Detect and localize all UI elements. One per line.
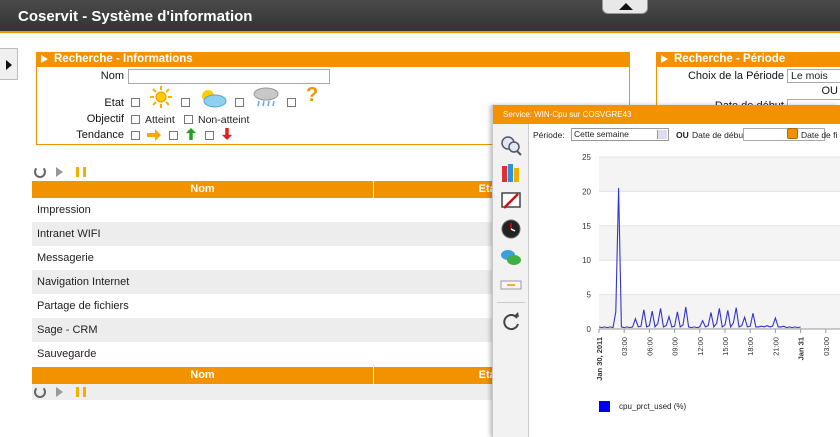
table-row[interactable]: Messagerie xyxy=(32,246,492,270)
pause-icon[interactable] xyxy=(76,167,86,177)
choix-periode-label: Choix de la Période xyxy=(687,70,784,82)
tendance-stable-checkbox[interactable] xyxy=(131,131,140,140)
nom-label: Nom xyxy=(100,70,124,82)
x-tick-label: Jan 30, 2011 xyxy=(595,337,604,381)
tendance-up-checkbox[interactable] xyxy=(169,131,178,140)
objectif-non-atteint-label: Non-atteint xyxy=(198,114,250,126)
toolbar-bg xyxy=(32,163,492,180)
tendance-label: Tendance xyxy=(76,129,124,141)
sun-icon xyxy=(150,86,172,108)
x-tick-label: 15:00 xyxy=(721,337,730,356)
table-footer-header: Nom Etat xyxy=(32,367,499,384)
period-ou-label: OU xyxy=(821,85,839,97)
pause-icon[interactable] xyxy=(76,387,86,397)
y-tick-label: 10 xyxy=(582,256,591,265)
app-window: Coservit - Système d'information Recherc… xyxy=(0,0,840,437)
table-row[interactable]: Impression xyxy=(32,198,492,222)
chevron-down-icon xyxy=(657,130,667,139)
table-row[interactable]: Sage - CRM xyxy=(32,318,492,342)
link-icon[interactable] xyxy=(499,246,523,268)
objectif-non-atteint-checkbox[interactable] xyxy=(184,115,193,124)
popup-periode-select[interactable]: Cette semaine xyxy=(571,128,669,141)
tendance-down-checkbox[interactable] xyxy=(205,131,214,140)
popup-date-debut-label: Date de début xyxy=(692,130,746,140)
arrow-right-icon xyxy=(147,129,161,141)
nom-input[interactable] xyxy=(128,69,330,84)
x-tick-label: 03:00 xyxy=(822,337,831,356)
report-icon[interactable] xyxy=(499,190,523,212)
y-tick-label: 25 xyxy=(582,153,591,162)
expand-sidebar-button[interactable] xyxy=(0,48,18,80)
search-panel-title: Recherche - Informations xyxy=(36,52,630,67)
table-row[interactable]: Sauvegarde xyxy=(32,342,492,366)
play-icon[interactable] xyxy=(56,167,63,177)
choix-periode-select[interactable]: Le mois xyxy=(787,69,840,83)
arrow-up-icon xyxy=(185,128,197,140)
magnifier-icon[interactable] xyxy=(499,134,523,156)
etat-rain-checkbox[interactable] xyxy=(235,98,244,107)
arrow-down-icon xyxy=(221,128,233,140)
popup-periode-value: Cette semaine xyxy=(574,129,629,139)
sidebar-divider xyxy=(497,302,525,303)
objectif-atteint-checkbox[interactable] xyxy=(131,115,140,124)
x-tick-label: Jan 31 xyxy=(797,337,806,360)
etat-cloud-checkbox[interactable] xyxy=(181,98,190,107)
y-tick-label: 20 xyxy=(582,187,591,196)
popup-ou-label: OU xyxy=(676,130,689,140)
play-icon[interactable] xyxy=(56,387,63,397)
refresh-icon[interactable] xyxy=(499,310,523,332)
cpu-line-chart: 0 5 10 15 20 25 Jan 30, 2011 03:00 06:00 09:00 12:… xyxy=(582,153,840,381)
legend-label: cpu_prct_used (%) xyxy=(619,402,687,411)
grid-band xyxy=(599,225,840,261)
etat-unknown-checkbox[interactable] xyxy=(287,98,296,107)
refresh-icon[interactable] xyxy=(34,386,46,398)
rain-icon xyxy=(253,87,279,107)
table-header: Nom Etat xyxy=(32,181,499,198)
popup-periode-label: Période: xyxy=(533,130,565,140)
toolbar-bg-bottom xyxy=(32,384,492,400)
clock-icon[interactable] xyxy=(499,218,523,240)
legend-swatch xyxy=(599,401,610,412)
refresh-icon[interactable] xyxy=(34,166,46,178)
y-tick-label: 15 xyxy=(582,222,591,231)
cloud-sun-icon xyxy=(202,90,227,108)
x-tick-label: 03:00 xyxy=(620,337,629,356)
period-panel-title: Recherche - Période xyxy=(656,52,840,67)
x-tick-label: 06:00 xyxy=(645,337,654,356)
popup-filter-bar: Période: Cette semaine OU Date de début … xyxy=(529,124,840,144)
etat-sun-checkbox[interactable] xyxy=(131,98,140,107)
popup-sidebar xyxy=(493,124,529,437)
book-icon[interactable] xyxy=(499,162,523,184)
app-header: Coservit - Système d'information xyxy=(0,0,840,33)
x-tick-label: 09:00 xyxy=(671,337,680,356)
help-icon: ? xyxy=(306,84,319,106)
x-tick-label: 18:00 xyxy=(746,337,755,356)
x-tick-label: 21:00 xyxy=(771,337,780,356)
objectif-label: Objectif xyxy=(86,113,124,125)
grid-band xyxy=(599,157,840,192)
popup-date-fin-label: Date de fi xyxy=(801,130,838,140)
table-row[interactable]: Navigation Internet xyxy=(32,270,492,294)
bar-icon[interactable] xyxy=(499,274,523,296)
footer-column-nom: Nom xyxy=(190,369,215,381)
popup-title: Service: WIN-Cpu sur COSVGRE43 xyxy=(493,105,840,124)
calendar-icon[interactable] xyxy=(787,128,798,139)
y-tick-label: 5 xyxy=(587,291,592,300)
table-row[interactable]: Partage de fichiers xyxy=(32,294,492,318)
y-tick-label: 0 xyxy=(587,325,592,334)
etat-label: Etat xyxy=(104,97,124,109)
objectif-atteint-label: Atteint xyxy=(145,114,175,126)
column-header-nom[interactable]: Nom xyxy=(32,183,373,195)
app-title: Coservit - Système d'information xyxy=(18,8,253,25)
x-tick-label: 12:00 xyxy=(696,337,705,356)
table-row[interactable]: Intranet WIFI xyxy=(32,222,492,246)
service-graph-window: Service: WIN-Cpu sur COSVGRE43 Période: … xyxy=(492,105,840,437)
collapse-header-button[interactable] xyxy=(602,0,648,14)
